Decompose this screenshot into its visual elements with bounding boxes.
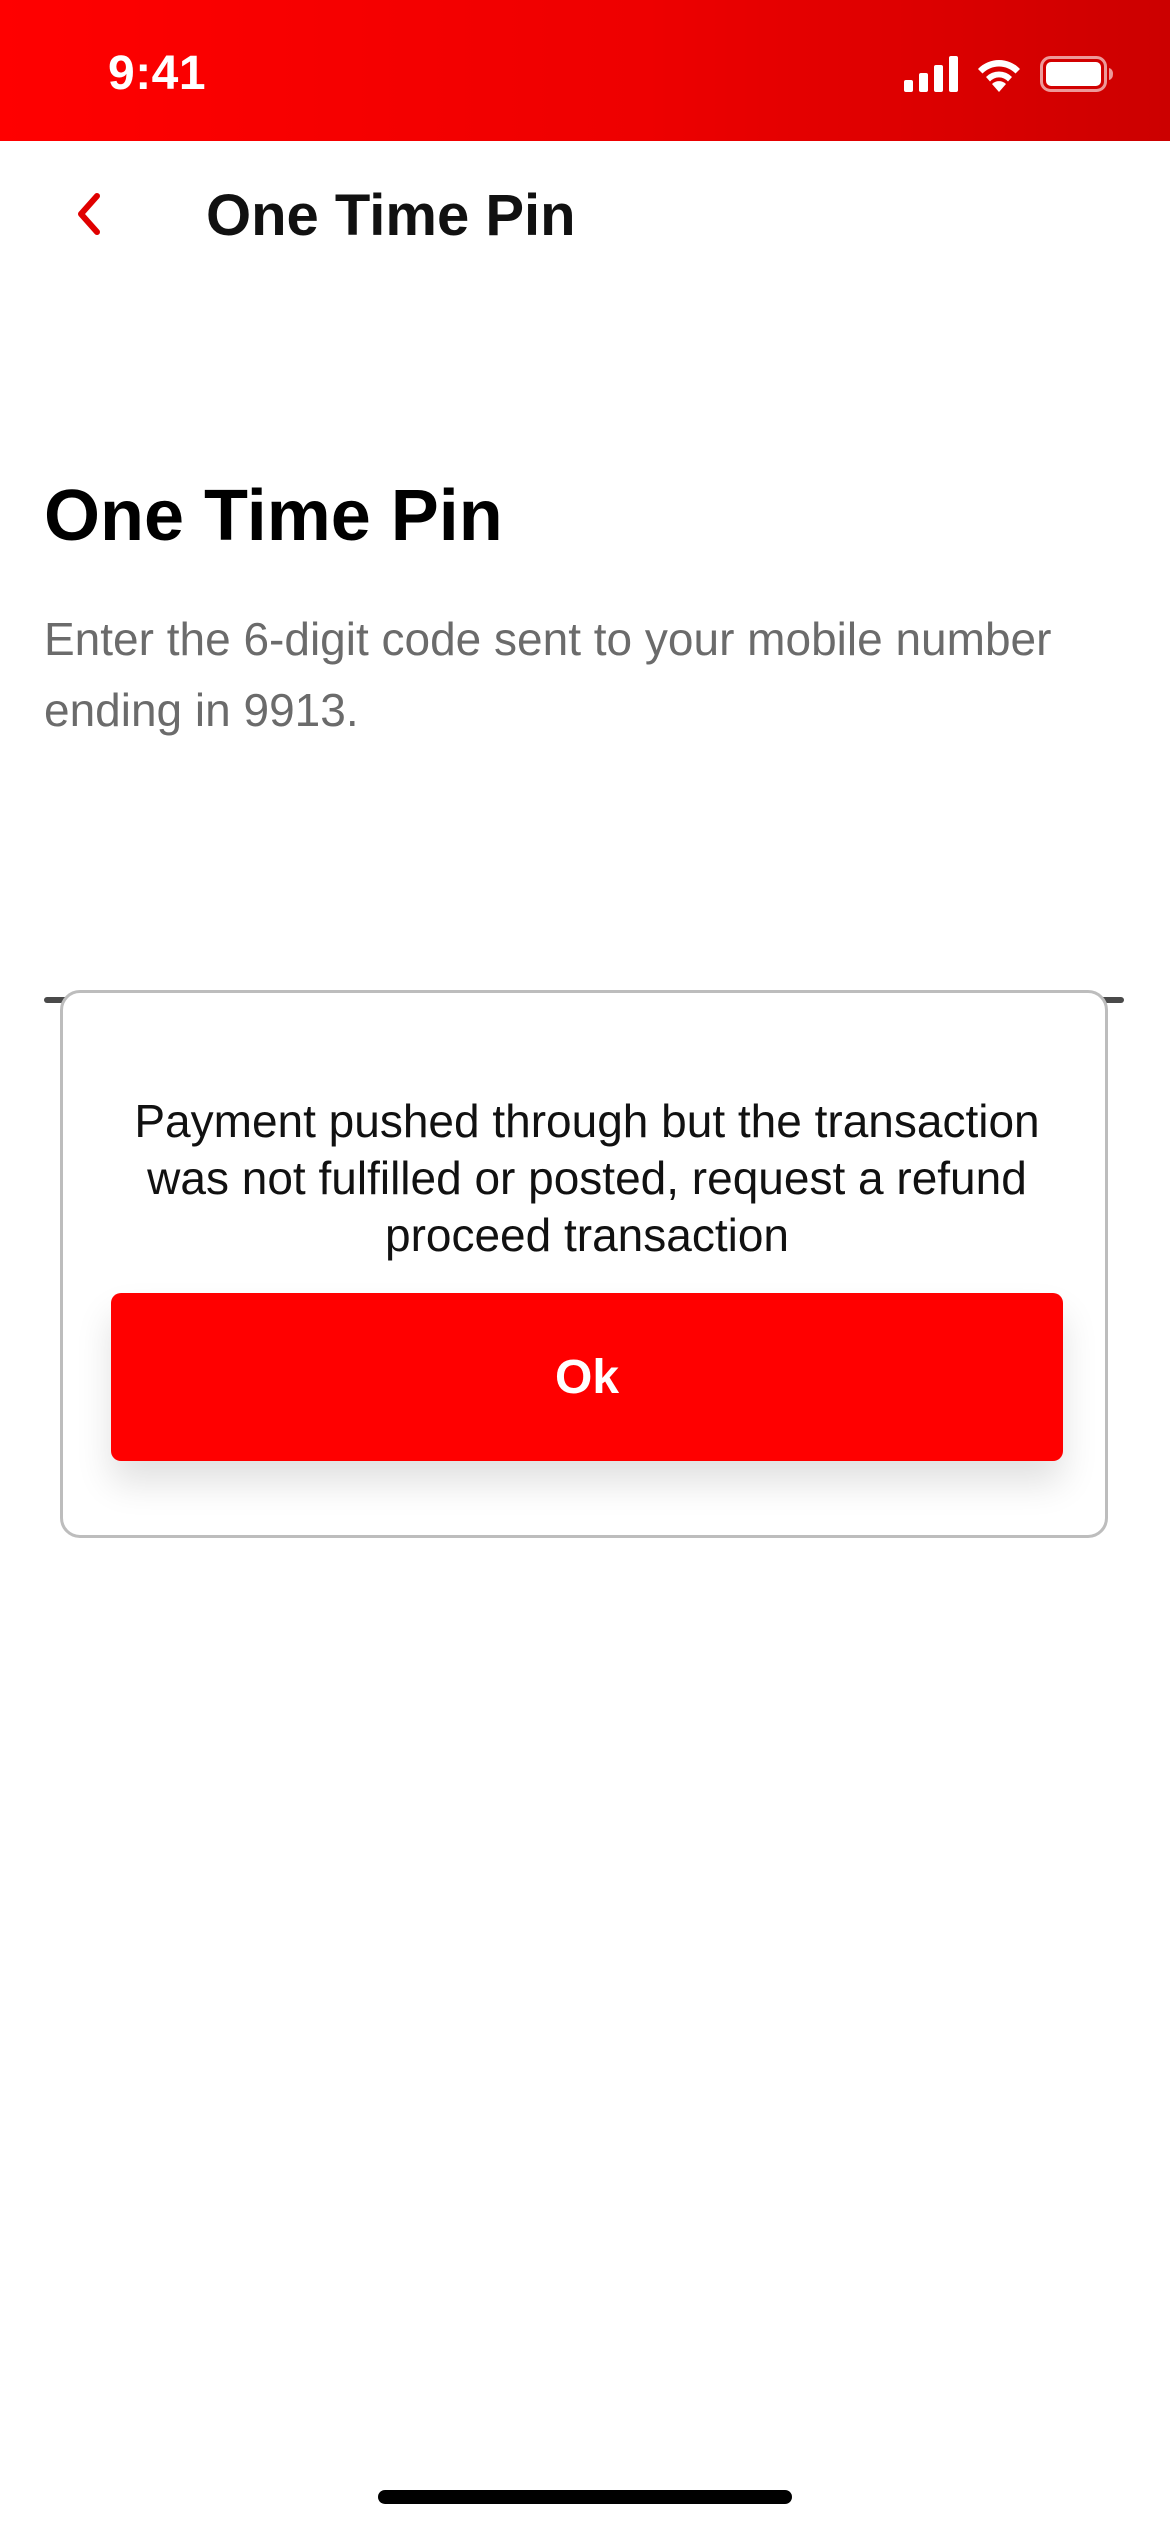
dialog-message: Payment pushed through but the transacti… <box>134 1095 1040 1261</box>
status-bar: 9:41 <box>0 0 1170 141</box>
status-time: 9:41 <box>108 47 207 100</box>
nav-title: One Time Pin <box>206 183 576 248</box>
page-subtitle: Enter the 6-digit code sent to your mobi… <box>44 613 1052 736</box>
wifi-icon <box>974 56 1024 92</box>
home-indicator[interactable] <box>378 2490 792 2504</box>
status-icons <box>904 52 1114 96</box>
back-button[interactable] <box>56 181 120 251</box>
ok-button[interactable]: Ok <box>111 1293 1063 1461</box>
alert-dialog: Payment pushed through but the transacti… <box>60 990 1108 1538</box>
page-title: One Time Pin <box>44 476 503 556</box>
cellular-signal-icon <box>904 56 958 92</box>
chevron-left-icon <box>73 192 103 241</box>
battery-icon <box>1040 56 1114 92</box>
nav-header: One Time Pin <box>0 141 1170 311</box>
